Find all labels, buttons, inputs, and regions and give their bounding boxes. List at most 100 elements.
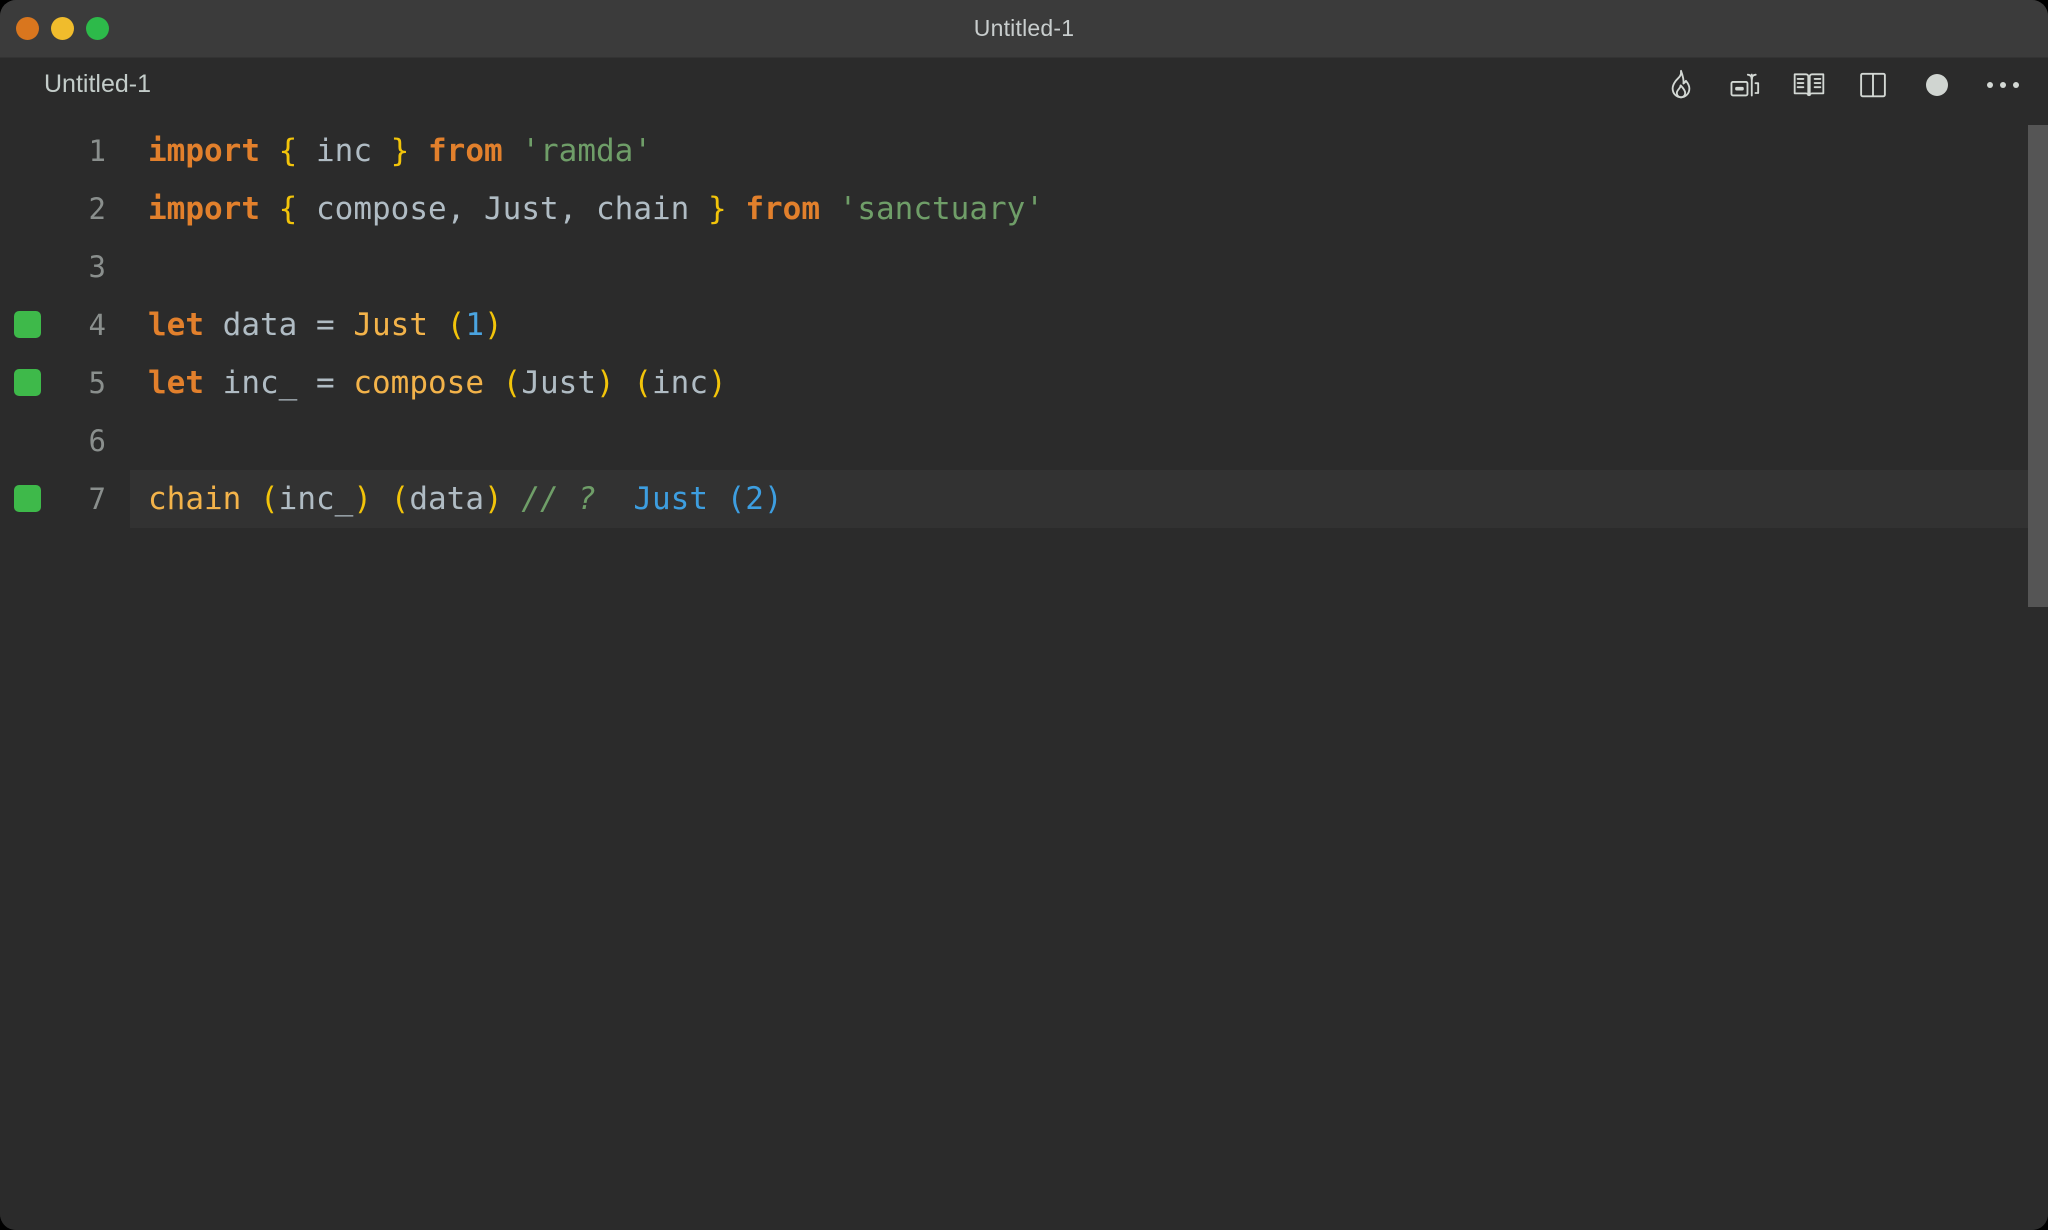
editor-toolbar: [1664, 58, 2022, 111]
line-number-7: 7: [88, 482, 106, 516]
token-paren: ): [353, 481, 372, 517]
traffic-lights: [16, 0, 109, 57]
minimize-window-button[interactable]: [51, 17, 74, 40]
vertical-scrollbar[interactable]: [2028, 125, 2048, 607]
token-id: [297, 191, 316, 227]
token-id: [428, 307, 447, 343]
token-id: inc: [652, 365, 709, 401]
token-id: [260, 133, 279, 169]
line-content-7[interactable]: chain (inc_) (data) // ? Just (2): [130, 481, 783, 517]
token-id: [503, 481, 522, 517]
token-brace: }: [708, 191, 727, 227]
token-id: inc_: [222, 365, 298, 401]
token-punc: ,: [558, 191, 578, 227]
token-id: [503, 133, 522, 169]
split-editor-icon[interactable]: [1856, 68, 1890, 102]
token-paren: (: [502, 365, 522, 401]
token-id: [241, 481, 260, 517]
line-content-4[interactable]: let data = Just (1): [130, 307, 503, 343]
token-id: Just: [521, 365, 596, 401]
editor-tabbar: Untitled-1: [0, 58, 2048, 111]
token-op: =: [316, 307, 335, 343]
token-id: [335, 307, 354, 343]
token-id: inc: [316, 133, 372, 169]
line-number-5: 5: [88, 366, 106, 400]
flame-icon[interactable]: [1664, 68, 1698, 102]
line-number-1: 1: [88, 134, 106, 168]
line-number-3: 3: [88, 250, 106, 284]
token-paren: ): [708, 365, 727, 401]
code-line-7[interactable]: 7 chain (inc_) (data) // ? Just (2): [0, 470, 2048, 528]
token-id: data: [409, 481, 484, 517]
token-brace: {: [278, 191, 298, 227]
token-id: [204, 365, 223, 401]
token-id: chain: [596, 191, 690, 227]
token-fn: chain: [148, 481, 242, 517]
unsaved-dot: [1926, 73, 1948, 96]
more-actions-icon[interactable]: [1984, 68, 2022, 102]
token-kw: let: [148, 365, 204, 401]
token-id: [689, 191, 708, 227]
maximize-window-button[interactable]: [86, 17, 109, 40]
token-str: 'sanctuary': [838, 191, 1044, 227]
window-titlebar: Untitled-1: [0, 0, 2048, 58]
line-content-5[interactable]: let inc_ = compose (Just) (inc): [130, 365, 727, 401]
code-line-3[interactable]: 3: [0, 238, 2048, 296]
token-id: [372, 133, 391, 169]
window-title: Untitled-1: [973, 15, 1075, 41]
run-code-icon[interactable]: [1728, 68, 1762, 102]
line-number-6: 6: [88, 424, 106, 458]
code-line-1[interactable]: 1 import { inc } from 'ramda': [0, 122, 2048, 180]
token-comment: // ?: [521, 481, 596, 517]
open-book-icon[interactable]: [1792, 68, 1826, 102]
token-fn: Just: [353, 307, 428, 343]
tab-untitled-1[interactable]: Untitled-1: [44, 58, 151, 111]
line-content-2[interactable]: import { compose, Just, chain } from 'sa…: [130, 191, 1044, 227]
ellipsis-dot-1: [1987, 81, 1993, 88]
token-id: [820, 191, 839, 227]
editor-window: Untitled-1 Untitled-1 1 import {inc} f…: [0, 0, 2048, 1230]
line-content-1[interactable]: import { inc } from 'ramda': [130, 133, 652, 169]
token-kw: let: [148, 307, 204, 343]
token-fn: compose: [353, 365, 484, 401]
ellipsis-dot-3: [2013, 81, 2019, 88]
code-line-5[interactable]: 5 let inc_ = compose (Just) (inc): [0, 354, 2048, 412]
token-op: =: [316, 365, 335, 401]
token-id: [372, 481, 391, 517]
token-kw: from: [428, 133, 503, 169]
token-id: [596, 481, 633, 517]
token-id: [204, 307, 223, 343]
dot-icon[interactable]: [1920, 68, 1954, 102]
code-lines[interactable]: 1 import { inc } from 'ramda' 2 import { co…: [0, 111, 2048, 528]
token-result: Just (2): [633, 481, 783, 517]
line-number-4: 4: [88, 308, 106, 342]
token-id: [577, 191, 596, 227]
code-line-2[interactable]: 2 import { compose, Just, chain } from 's…: [0, 180, 2048, 238]
token-id: [727, 191, 746, 227]
token-paren: ): [484, 481, 503, 517]
token-kw: import: [148, 191, 260, 227]
token-paren: (: [390, 481, 410, 517]
ellipsis-dot-2: [2000, 81, 2006, 88]
token-paren: (: [633, 365, 653, 401]
token-kw: import: [148, 133, 260, 169]
code-editor[interactable]: 1 import { inc } from 'ramda' 2 import { co…: [0, 111, 2048, 1230]
close-window-button[interactable]: [16, 17, 39, 40]
token-id: data: [222, 307, 298, 343]
token-id: [409, 133, 428, 169]
code-line-6[interactable]: 6: [0, 412, 2048, 470]
token-id: [465, 191, 484, 227]
token-punc: ,: [446, 191, 466, 227]
line-number-2: 2: [88, 192, 106, 226]
token-id: [335, 365, 354, 401]
token-paren: (: [260, 481, 279, 517]
token-id: [484, 365, 503, 401]
token-num: 1: [465, 307, 485, 343]
token-paren: ): [596, 365, 615, 401]
token-brace: }: [390, 133, 410, 169]
token-id: [260, 191, 279, 227]
token-id: [615, 365, 634, 401]
token-id: [297, 307, 316, 343]
token-id: compose: [316, 191, 447, 227]
code-line-4[interactable]: 4 let data = Just (1): [0, 296, 2048, 354]
